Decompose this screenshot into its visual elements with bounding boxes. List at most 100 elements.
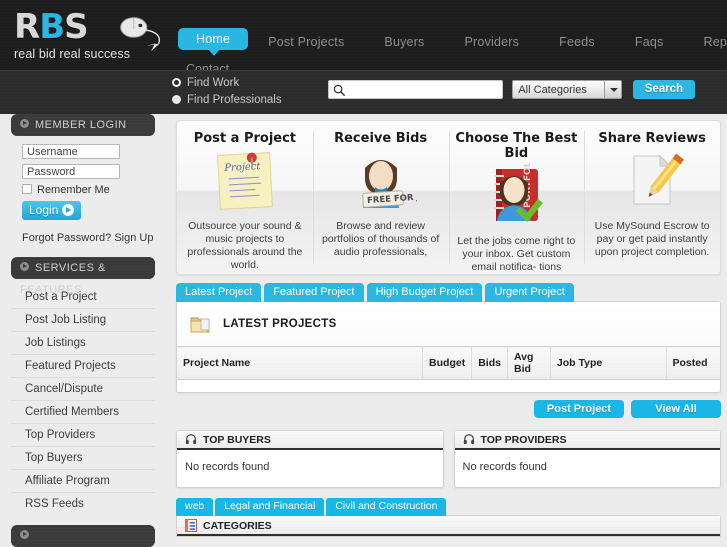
sidebar-item-certified-members[interactable]: Certified Members — [11, 401, 155, 424]
sidebar: MEMBER LOGIN Remember Me Login Forgot Pa… — [0, 114, 166, 547]
nav-item-home[interactable]: Home — [178, 28, 249, 56]
feature-receive-bids: Receive Bids FREE FOR JOB Browse and rev… — [312, 121, 449, 274]
top-buyers-box: TOP BUYERS No records found — [176, 430, 444, 488]
top-buyers-title: TOP BUYERS — [203, 434, 271, 446]
latest-projects-footer — [177, 380, 720, 392]
feature-text-4: Use MySound Escrow to pay or get paid in… — [594, 220, 710, 258]
sidebar-item-job-listings[interactable]: Job Listings — [11, 332, 155, 355]
site-logo[interactable]: RBS real bid real success — [14, 10, 164, 68]
tab-web[interactable]: web — [176, 498, 214, 516]
col-budget[interactable]: Budget — [422, 346, 473, 380]
categories-panel: CATEGORIES — [176, 515, 721, 537]
search-icon — [333, 84, 346, 97]
headphones-icon — [185, 434, 197, 445]
portfolio-checkmark-icon: PORTFOLIO — [455, 161, 579, 231]
radio-find-work[interactable]: Find Work — [172, 75, 282, 92]
latest-projects-title: LATEST PROJECTS — [223, 318, 337, 330]
forgot-password-link[interactable]: Forgot Password? Sign Up — [22, 232, 166, 244]
username-field[interactable] — [22, 144, 120, 159]
sidebar-item-rss-feeds[interactable]: RSS Feeds — [11, 493, 155, 515]
feature-strip: Post a Project Project Outsource your so… — [176, 120, 721, 275]
sticky-note-icon: Project — [183, 146, 307, 216]
tab-featured-project[interactable]: Featured Project — [264, 283, 364, 302]
radio-find-work-icon[interactable] — [172, 78, 181, 87]
chevron-down-icon[interactable] — [604, 81, 622, 98]
top-providers-title: TOP PROVIDERS — [480, 434, 567, 446]
services-features-header: SERVICES & FEATURES — [11, 257, 155, 296]
search-input-wrapper[interactable] — [328, 80, 503, 99]
post-project-button[interactable]: Post Project — [534, 400, 624, 418]
logo-letter-b: B — [39, 7, 65, 47]
latest-projects-header: LATEST PROJECTS — [177, 302, 720, 346]
main-navigation: Home Post Projects Buyers Providers Feeds Faq… — [178, 28, 727, 56]
person-free-for-job-icon: FREE FOR JOB — [319, 146, 443, 216]
nav-item-faqs[interactable]: Faqs — [615, 32, 684, 52]
nav-item-feeds[interactable]: Feeds — [539, 32, 615, 52]
play-bullet-icon-3 — [20, 530, 29, 539]
search-controls: All Categories Search — [328, 80, 696, 99]
remember-me-checkbox[interactable] — [22, 184, 32, 194]
latest-providers-header — [11, 525, 155, 547]
search-button[interactable]: Search — [632, 80, 696, 99]
nav-item-providers[interactable]: Providers — [445, 32, 540, 52]
tab-legal-and-financial[interactable]: Legal and Financial — [215, 498, 325, 516]
latest-projects-panel: LATEST PROJECTS Project Name Budget Bids… — [176, 301, 721, 393]
search-input[interactable] — [349, 82, 499, 97]
col-avg-bid[interactable]: Avg Bid — [507, 346, 551, 380]
nav-item-buyers[interactable]: Buyers — [364, 32, 444, 52]
tab-urgent-project[interactable]: Urgent Project — [485, 283, 574, 302]
nav-item-reports[interactable]: Reports — [683, 32, 727, 52]
col-project-name[interactable]: Project Name — [177, 346, 424, 380]
sidebar-item-top-providers[interactable]: Top Providers — [11, 424, 155, 447]
top-providers-box: TOP PROVIDERS No records found — [453, 430, 721, 488]
mouse-cursor-icon — [120, 17, 161, 52]
feature-title-3: Choose The Best Bid — [455, 131, 578, 161]
sidebar-item-featured-projects[interactable]: Featured Projects — [11, 355, 155, 378]
services-list: Post a Project Post Job Listing Job List… — [11, 286, 155, 515]
project-tabs: Latest Project Featured Project High Budge… — [176, 283, 721, 302]
category-select[interactable]: All Categories — [512, 80, 623, 99]
sidebar-item-affiliate-program[interactable]: Affiliate Program — [11, 470, 155, 493]
tab-latest-project[interactable]: Latest Project — [176, 283, 262, 302]
headphones-icon-2 — [463, 434, 474, 445]
feature-title-4: Share Reviews — [598, 131, 706, 146]
play-bullet-icon-2 — [20, 262, 29, 271]
col-posted[interactable]: Posted — [666, 346, 720, 380]
top-providers-header: TOP PROVIDERS — [454, 431, 720, 450]
feature-text-2: Browse and review portfolios of thousand… — [321, 220, 440, 258]
radio-find-professionals[interactable]: Find Professionals — [172, 92, 282, 109]
password-field[interactable] — [22, 164, 120, 179]
latest-projects-table: Project Name Budget Bids Avg Bid Job Typ… — [177, 346, 720, 380]
category-select-value: All Categories — [518, 84, 587, 96]
login-form: Remember Me Login Forgot Password? Sign … — [0, 136, 166, 244]
member-login-header: MEMBER LOGIN — [11, 114, 155, 136]
tab-high-budget-project[interactable]: High Budget Project — [366, 283, 483, 302]
sidebar-item-cancel-dispute[interactable]: Cancel/Dispute — [11, 378, 155, 401]
folder-icon — [190, 317, 210, 333]
feature-text: Outsource your sound & music projects to… — [187, 220, 303, 271]
view-all-button[interactable]: View All — [631, 400, 721, 418]
col-bids[interactable]: Bids — [471, 346, 508, 380]
radio-find-professionals-label: Find Professionals — [187, 94, 282, 106]
tab-civil-and-construction[interactable]: Civil and Construction — [326, 498, 447, 516]
top-lists-row: TOP BUYERS No records found TOP PROVIDER… — [176, 430, 721, 488]
site-header: RBS real bid real success Home Post Proje… — [0, 0, 727, 76]
feature-title: Post a Project — [193, 131, 297, 146]
category-tabs: web Legal and Financial Civil and Construc… — [176, 498, 721, 516]
member-login-title: MEMBER LOGIN — [35, 119, 127, 131]
nav-item-post-projects[interactable]: Post Projects — [248, 32, 364, 52]
logo-letter-s: S — [64, 7, 88, 47]
sidebar-item-post-job-listing[interactable]: Post Job Listing — [11, 309, 155, 332]
pencil-document-icon — [590, 146, 714, 216]
login-button[interactable]: Login — [22, 201, 82, 220]
top-providers-empty: No records found — [462, 461, 547, 473]
radio-find-professionals-icon[interactable] — [172, 95, 181, 104]
top-buyers-empty: No records found — [185, 461, 270, 473]
col-job-type[interactable]: Job Type — [550, 346, 667, 380]
sidebar-item-top-buyers[interactable]: Top Buyers — [11, 447, 155, 470]
categories-title: CATEGORIES — [203, 520, 272, 532]
remember-me-row[interactable]: Remember Me — [22, 184, 166, 196]
categories-header: CATEGORIES — [177, 516, 720, 536]
feature-share-reviews: Share Reviews Use MySound Escrow to pay … — [584, 121, 720, 274]
feature-text-3: Let the jobs come right to your inbox. G… — [457, 235, 576, 273]
